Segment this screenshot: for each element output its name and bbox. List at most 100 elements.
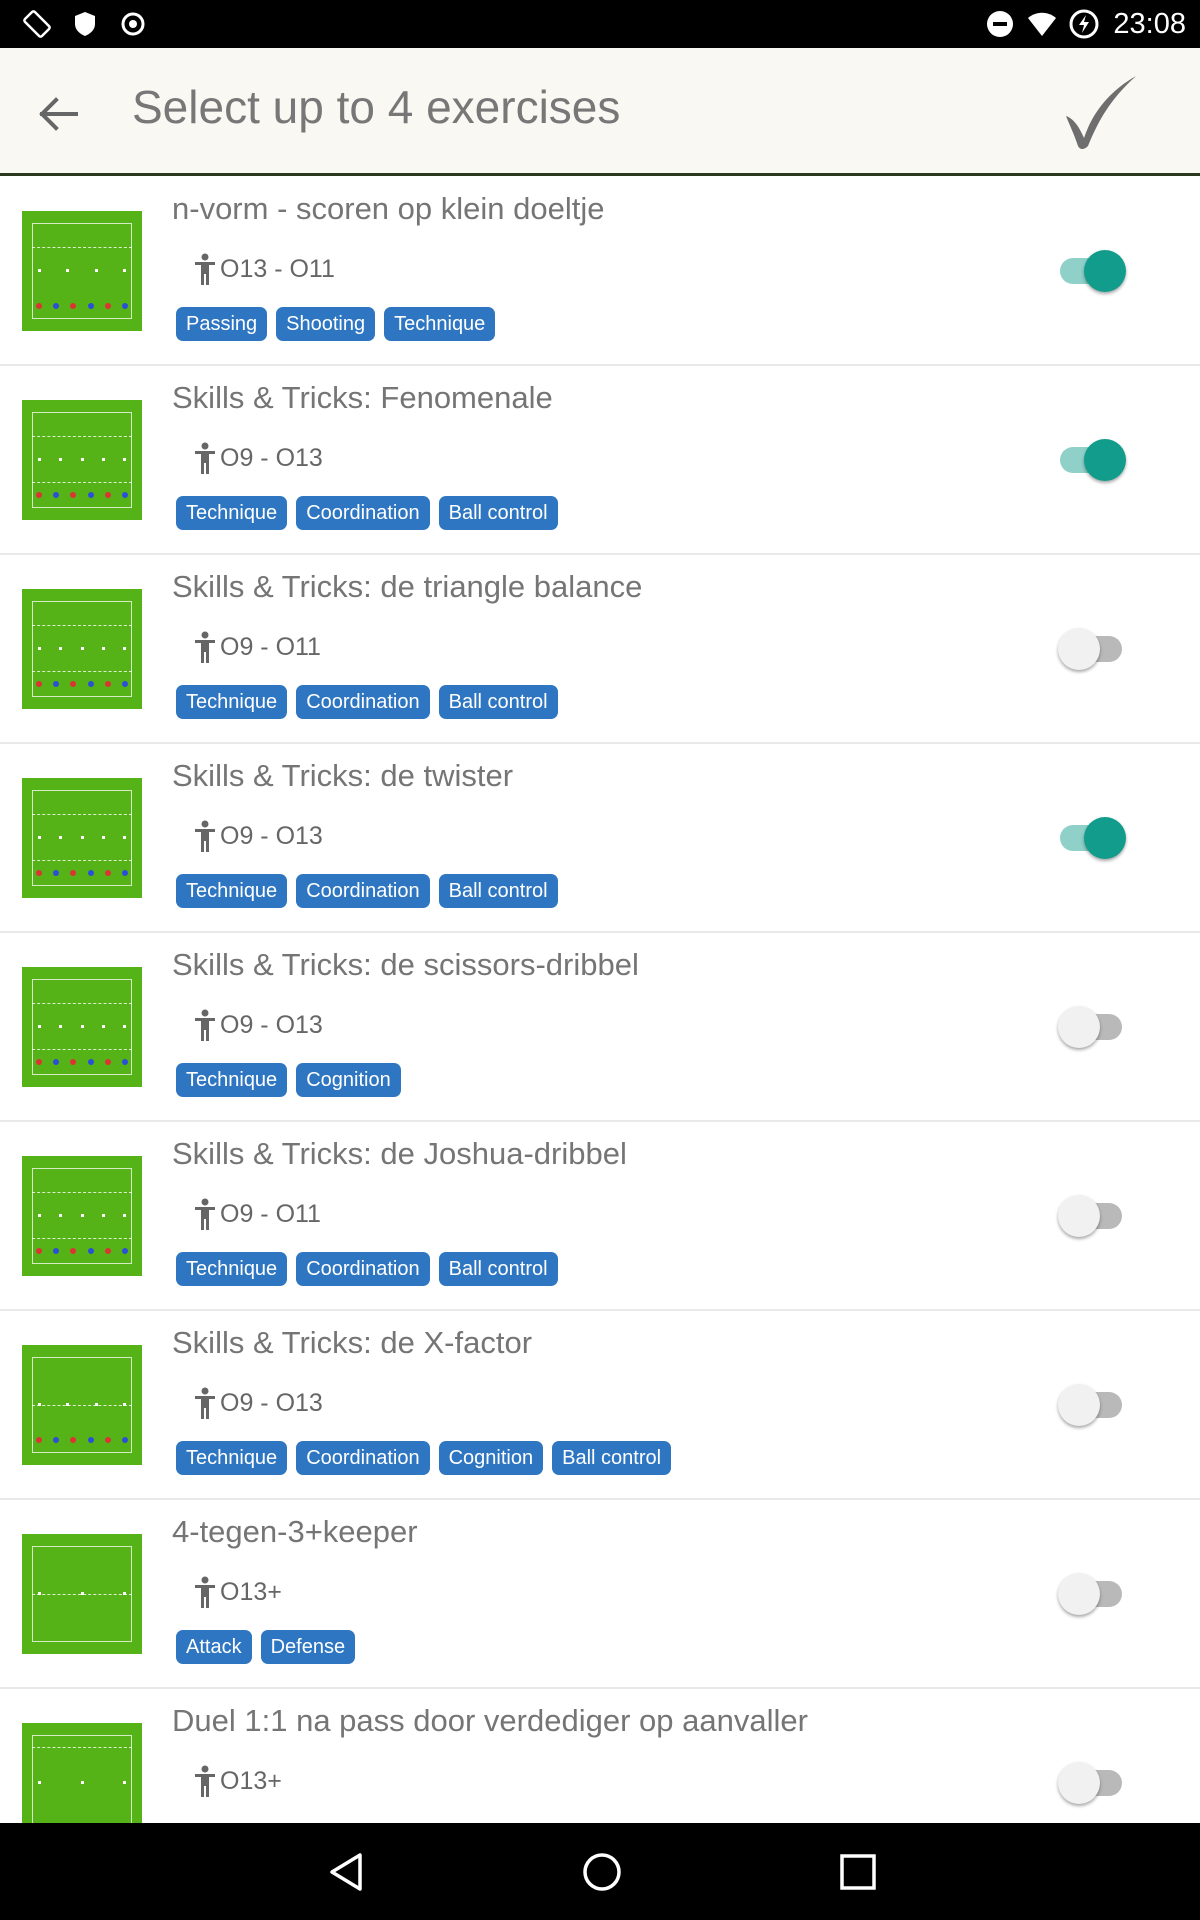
category-tag: Shooting [276, 307, 376, 341]
list-item[interactable]: n-vorm - scoren op klein doeltje O13 - O… [0, 177, 1200, 366]
category-tag: Technique [384, 307, 496, 341]
arrow-back-icon[interactable] [30, 86, 86, 142]
age-label: O13 - O11 [220, 254, 335, 283]
age-label: O9 - O11 [220, 1199, 321, 1228]
person-icon [195, 1009, 215, 1041]
person-icon [195, 631, 215, 663]
category-tag: Coordination [296, 685, 430, 719]
age-group: O9 - O11 [194, 629, 321, 665]
exercise-title: Skills & Tricks: de X-factor [172, 1325, 533, 1360]
category-tag: Cognition [438, 1441, 544, 1475]
tag-list: Technique Coordination Ball control [176, 496, 558, 530]
list-item[interactable]: Skills & Tricks: de twister O9 - O13 Tec… [0, 744, 1200, 933]
exercise-title: Skills & Tricks: de Joshua-dribbel [172, 1136, 627, 1171]
category-tag: Ball control [438, 685, 558, 719]
exercise-thumbnail [22, 778, 142, 898]
category-tag: Technique [176, 1252, 288, 1286]
select-toggle[interactable] [1058, 627, 1126, 671]
select-toggle[interactable] [1058, 1572, 1126, 1616]
select-toggle[interactable] [1058, 1761, 1126, 1805]
category-tag: Technique [176, 1441, 288, 1475]
battery-charging-icon [1069, 9, 1099, 39]
app-bar: Select up to 4 exercises [0, 48, 1200, 176]
exercise-thumbnail [22, 211, 142, 331]
tag-list: Technique Coordination Ball control [176, 1252, 558, 1286]
sync-icon [121, 12, 145, 36]
exercise-thumbnail [22, 589, 142, 709]
category-tag: Technique [176, 496, 288, 530]
person-icon [195, 1765, 215, 1797]
page-title: Select up to 4 exercises [132, 81, 621, 133]
select-toggle[interactable] [1058, 1194, 1126, 1238]
age-label: O9 - O13 [220, 443, 323, 472]
list-item[interactable]: Duel 1:1 na pass door verdediger op aanv… [0, 1689, 1200, 1823]
exercise-thumbnail [22, 967, 142, 1087]
age-label: O9 - O13 [220, 1388, 323, 1417]
nav-back-icon[interactable] [324, 1849, 370, 1895]
category-tag: Ball control [438, 496, 558, 530]
age-label: O9 - O11 [220, 632, 321, 661]
exercise-thumbnail [22, 1156, 142, 1276]
age-group: O9 - O13 [194, 1385, 323, 1421]
select-toggle[interactable] [1058, 1383, 1126, 1427]
select-toggle[interactable] [1058, 816, 1126, 860]
category-tag: Coordination [296, 1441, 430, 1475]
tag-list: Technique Coordination Ball control [176, 685, 558, 719]
age-label: O9 - O13 [220, 821, 323, 850]
person-icon [195, 1198, 215, 1230]
screen-rotation-icon [23, 10, 51, 38]
exercise-title: n-vorm - scoren op klein doeltje [172, 191, 605, 226]
category-tag: Ball control [438, 1252, 558, 1286]
list-item[interactable]: Skills & Tricks: de scissors-dribbel O9 … [0, 933, 1200, 1122]
age-group: O13+ [194, 1574, 282, 1610]
category-tag: Passing [176, 307, 268, 341]
category-tag: Technique [176, 874, 288, 908]
list-item[interactable]: Skills & Tricks: de X-factor O9 - O13 Te… [0, 1311, 1200, 1500]
category-tag: Attack [176, 1630, 252, 1664]
age-group: O9 - O13 [194, 1007, 323, 1043]
exercise-title: Duel 1:1 na pass door verdediger op aanv… [172, 1703, 808, 1738]
list-item[interactable]: Skills & Tricks: Fenomenale O9 - O13 Tec… [0, 366, 1200, 555]
wifi-icon [1028, 12, 1057, 36]
do-not-disturb-icon [987, 11, 1014, 37]
category-tag: Coordination [296, 874, 430, 908]
list-item[interactable]: Skills & Tricks: de triangle balance O9 … [0, 555, 1200, 744]
nav-home-icon[interactable] [579, 1849, 625, 1895]
exercise-thumbnail [22, 1534, 142, 1654]
category-tag: Technique [176, 1063, 288, 1097]
list-item[interactable]: Skills & Tricks: de Joshua-dribbel O9 - … [0, 1122, 1200, 1311]
category-tag: Cognition [296, 1063, 401, 1097]
exercise-title: Skills & Tricks: de scissors-dribbel [172, 947, 639, 982]
exercise-title: Skills & Tricks: Fenomenale [172, 380, 553, 415]
status-time: 23:08 [1113, 7, 1186, 40]
select-toggle[interactable] [1058, 1005, 1126, 1049]
person-icon [195, 442, 215, 474]
person-icon [195, 1576, 215, 1608]
exercise-thumbnail [22, 1723, 142, 1823]
age-group: O13+ [194, 1763, 282, 1799]
list-item[interactable]: 4-tegen-3+keeper O13+ Attack Defense [0, 1500, 1200, 1689]
status-bar: 23:08 [0, 0, 1200, 48]
exercise-thumbnail [22, 400, 142, 520]
age-label: O13+ [220, 1766, 282, 1795]
nav-recents-icon[interactable] [835, 1849, 881, 1895]
category-tag: Ball control [552, 1441, 672, 1475]
age-group: O9 - O13 [194, 440, 323, 476]
select-toggle[interactable] [1058, 438, 1126, 482]
exercise-title: Skills & Tricks: de triangle balance [172, 569, 643, 604]
category-tag: Coordination [296, 1252, 430, 1286]
tag-list: Technique Coordination Cognition Ball co… [176, 1441, 672, 1475]
category-tag: Technique [176, 685, 288, 719]
tag-list: Attack Defense [176, 1630, 356, 1664]
select-toggle[interactable] [1058, 249, 1126, 293]
checkmark-icon[interactable] [1060, 72, 1142, 154]
category-tag: Coordination [296, 496, 430, 530]
person-icon [195, 253, 215, 285]
category-tag: Ball control [438, 874, 558, 908]
age-label: O13+ [220, 1577, 282, 1606]
age-group: O9 - O11 [194, 1196, 321, 1232]
age-group: O9 - O13 [194, 818, 323, 854]
age-label: O9 - O13 [220, 1010, 323, 1039]
tag-list: Technique Coordination Ball control [176, 874, 558, 908]
person-icon [195, 1387, 215, 1419]
